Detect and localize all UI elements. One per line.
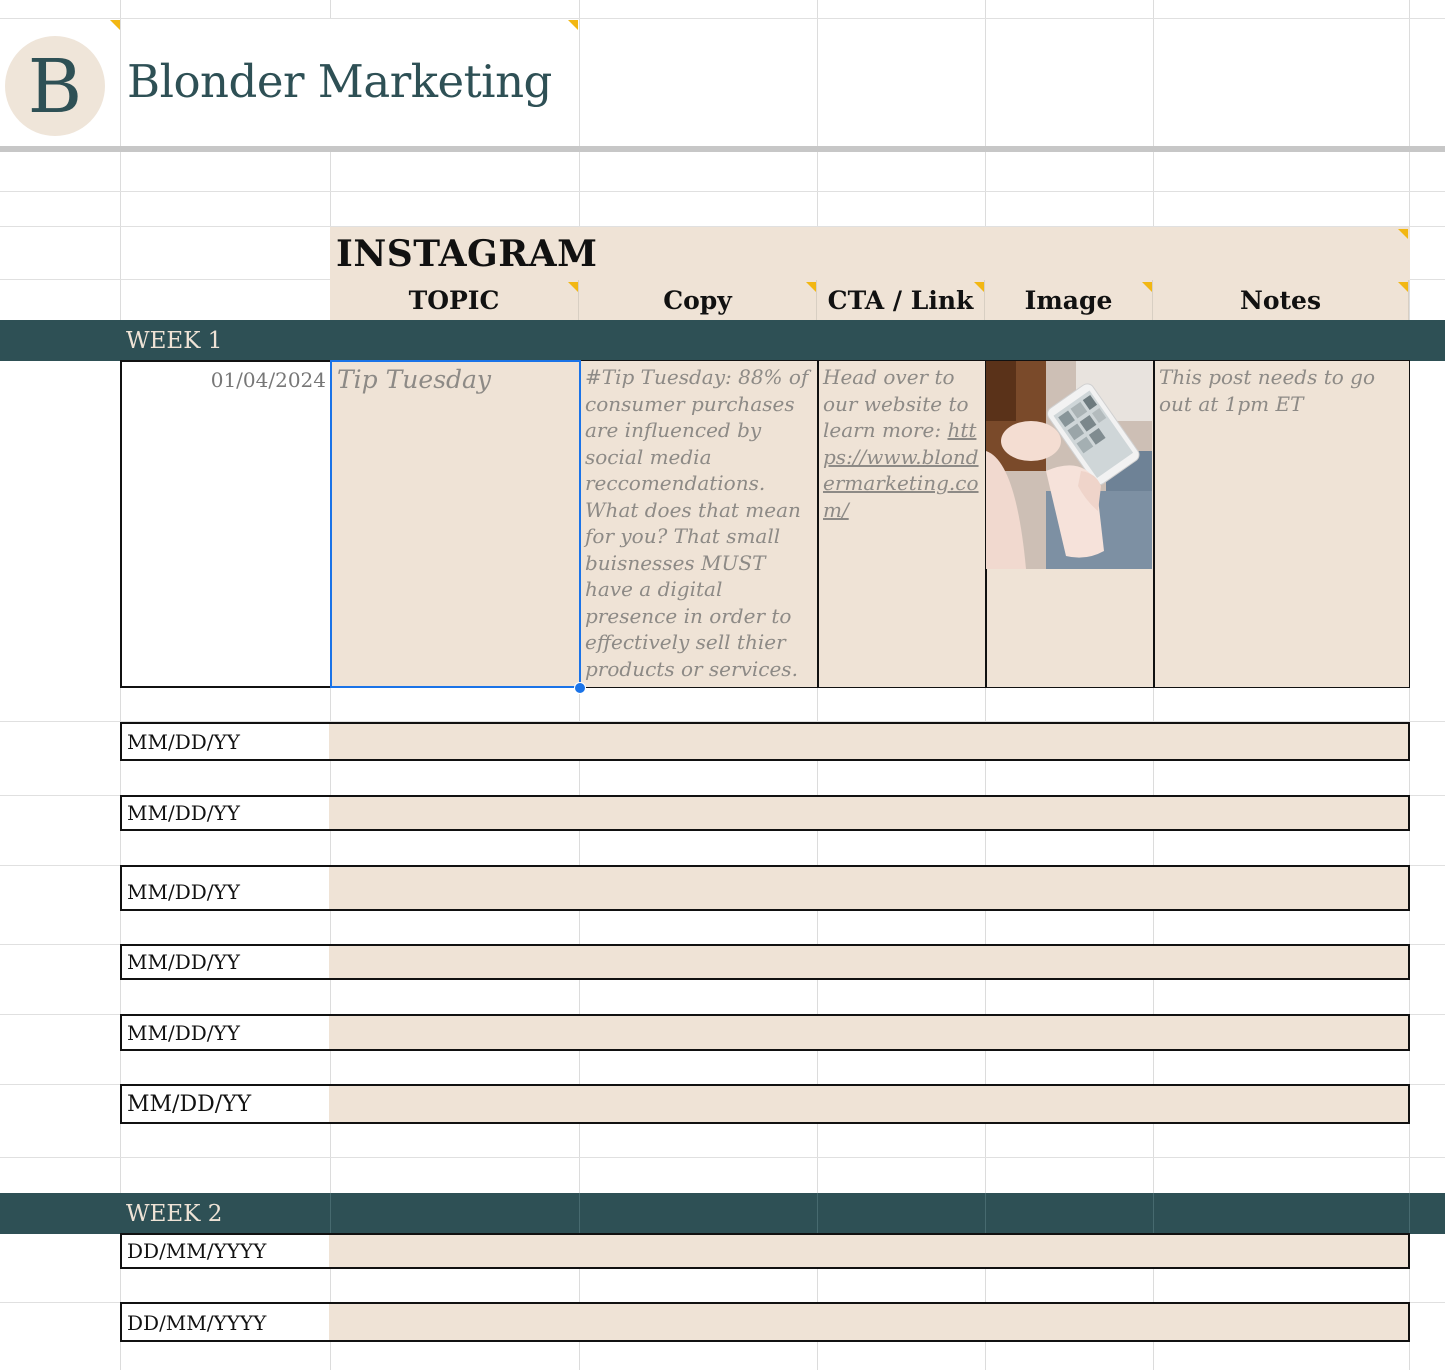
cell-border	[817, 361, 819, 687]
comment-marker-icon[interactable]	[1398, 229, 1408, 239]
cell-border	[330, 1193, 331, 1233]
post-cta[interactable]: Head over to our website to learn more: …	[823, 364, 981, 523]
row-date[interactable]: MM/DD/YY	[120, 1014, 331, 1051]
grid-line	[1409, 19, 1410, 146]
comment-marker-icon[interactable]	[1142, 282, 1152, 292]
row-date[interactable]: DD/MM/YYYY	[120, 1233, 331, 1269]
cell-border	[817, 1193, 818, 1233]
phone-photo-icon	[986, 361, 1152, 569]
comment-marker-icon[interactable]	[568, 282, 578, 292]
post-image[interactable]	[986, 361, 1152, 569]
grid-line	[985, 19, 986, 146]
logo-letter: B	[27, 44, 83, 130]
cell-border	[1153, 361, 1155, 687]
grid-line	[120, 19, 121, 146]
cell-image[interactable]	[984, 1014, 1154, 1051]
cell-cta[interactable]	[816, 1302, 986, 1342]
cell-topic[interactable]	[329, 1233, 580, 1269]
cell-cta[interactable]	[816, 1233, 986, 1269]
cell-selection[interactable]	[330, 360, 581, 688]
row-date[interactable]: MM/DD/YY	[120, 722, 331, 761]
cell-notes[interactable]	[1152, 1302, 1410, 1342]
cell-copy[interactable]	[578, 1233, 818, 1269]
cell-border	[579, 1193, 580, 1233]
cell-image[interactable]	[984, 944, 1154, 980]
post-notes[interactable]: This post needs to go out at 1pm ET	[1159, 364, 1407, 417]
cell-copy[interactable]	[578, 722, 818, 761]
post-copy[interactable]: #Tip Tuesday: 88% of consumer purchases …	[585, 364, 815, 682]
column-header-topic[interactable]: TOPIC	[330, 280, 579, 320]
cell-image[interactable]	[984, 722, 1154, 761]
cell-cta[interactable]	[816, 865, 986, 911]
cell-notes[interactable]	[1152, 1014, 1410, 1051]
cell-image[interactable]	[984, 1084, 1154, 1124]
column-header-copy[interactable]: Copy	[579, 280, 817, 320]
cell-copy[interactable]	[578, 944, 818, 980]
cell-copy[interactable]	[578, 865, 818, 911]
cell-border	[1153, 1193, 1154, 1233]
row-date[interactable]: DD/MM/YYYY	[120, 1302, 331, 1342]
column-header-cta[interactable]: CTA / Link	[817, 280, 985, 320]
column-header-notes[interactable]: Notes	[1153, 280, 1409, 320]
cell-border	[985, 1193, 986, 1233]
cell-topic[interactable]	[329, 722, 580, 761]
row-date[interactable]: MM/DD/YY	[120, 1084, 331, 1124]
grid-line	[1153, 19, 1154, 146]
post-date[interactable]: 01/04/2024	[122, 366, 326, 394]
comment-marker-icon[interactable]	[974, 282, 984, 292]
cell-image[interactable]	[984, 1233, 1154, 1269]
grid-line	[817, 19, 818, 146]
cell-notes[interactable]	[1152, 865, 1410, 911]
cell-topic[interactable]	[329, 865, 580, 911]
comment-marker-icon[interactable]	[110, 20, 120, 30]
cell-topic[interactable]	[329, 1302, 580, 1342]
cell-topic[interactable]	[329, 944, 580, 980]
section-title: INSTAGRAM	[336, 233, 598, 275]
cell-cta[interactable]	[816, 722, 986, 761]
cell-cta[interactable]	[816, 944, 986, 980]
comment-marker-icon[interactable]	[806, 282, 816, 292]
cell-topic[interactable]	[329, 1084, 580, 1124]
cell-topic[interactable]	[329, 795, 580, 831]
cell-notes[interactable]	[1152, 795, 1410, 831]
cell-notes[interactable]	[1152, 722, 1410, 761]
cell-cta[interactable]	[816, 795, 986, 831]
frozen-row-divider[interactable]	[0, 146, 1445, 152]
grid-line	[579, 19, 580, 146]
brand-name[interactable]: Blonder Marketing	[127, 52, 552, 112]
week-label: WEEK 2	[126, 1200, 223, 1227]
cell-cta[interactable]	[816, 1084, 986, 1124]
cell-border	[1409, 1193, 1410, 1233]
row-date[interactable]: MM/DD/YY	[120, 944, 331, 980]
row-date[interactable]: MM/DD/YY	[120, 795, 331, 831]
week-label: WEEK 1	[126, 327, 223, 354]
grid-line	[0, 1157, 1445, 1158]
cell-copy[interactable]	[578, 1084, 818, 1124]
cell-copy[interactable]	[578, 795, 818, 831]
cell-image[interactable]	[984, 1302, 1154, 1342]
comment-marker-icon[interactable]	[1398, 282, 1408, 292]
cell-cta[interactable]	[816, 1014, 986, 1051]
comment-marker-icon[interactable]	[568, 20, 578, 30]
column-header-image[interactable]: Image	[985, 280, 1153, 320]
cell-notes[interactable]	[1152, 1084, 1410, 1124]
cell-notes[interactable]	[1152, 1233, 1410, 1269]
cell-notes[interactable]	[1152, 944, 1410, 980]
cell-topic[interactable]	[329, 1014, 580, 1051]
fill-handle[interactable]	[574, 682, 586, 694]
cell-image[interactable]	[984, 795, 1154, 831]
cell-image[interactable]	[984, 865, 1154, 911]
cell-copy[interactable]	[578, 1302, 818, 1342]
row-date[interactable]: MM/DD/YY	[120, 865, 331, 911]
cell-copy[interactable]	[578, 1014, 818, 1051]
grid-line	[0, 191, 1445, 192]
